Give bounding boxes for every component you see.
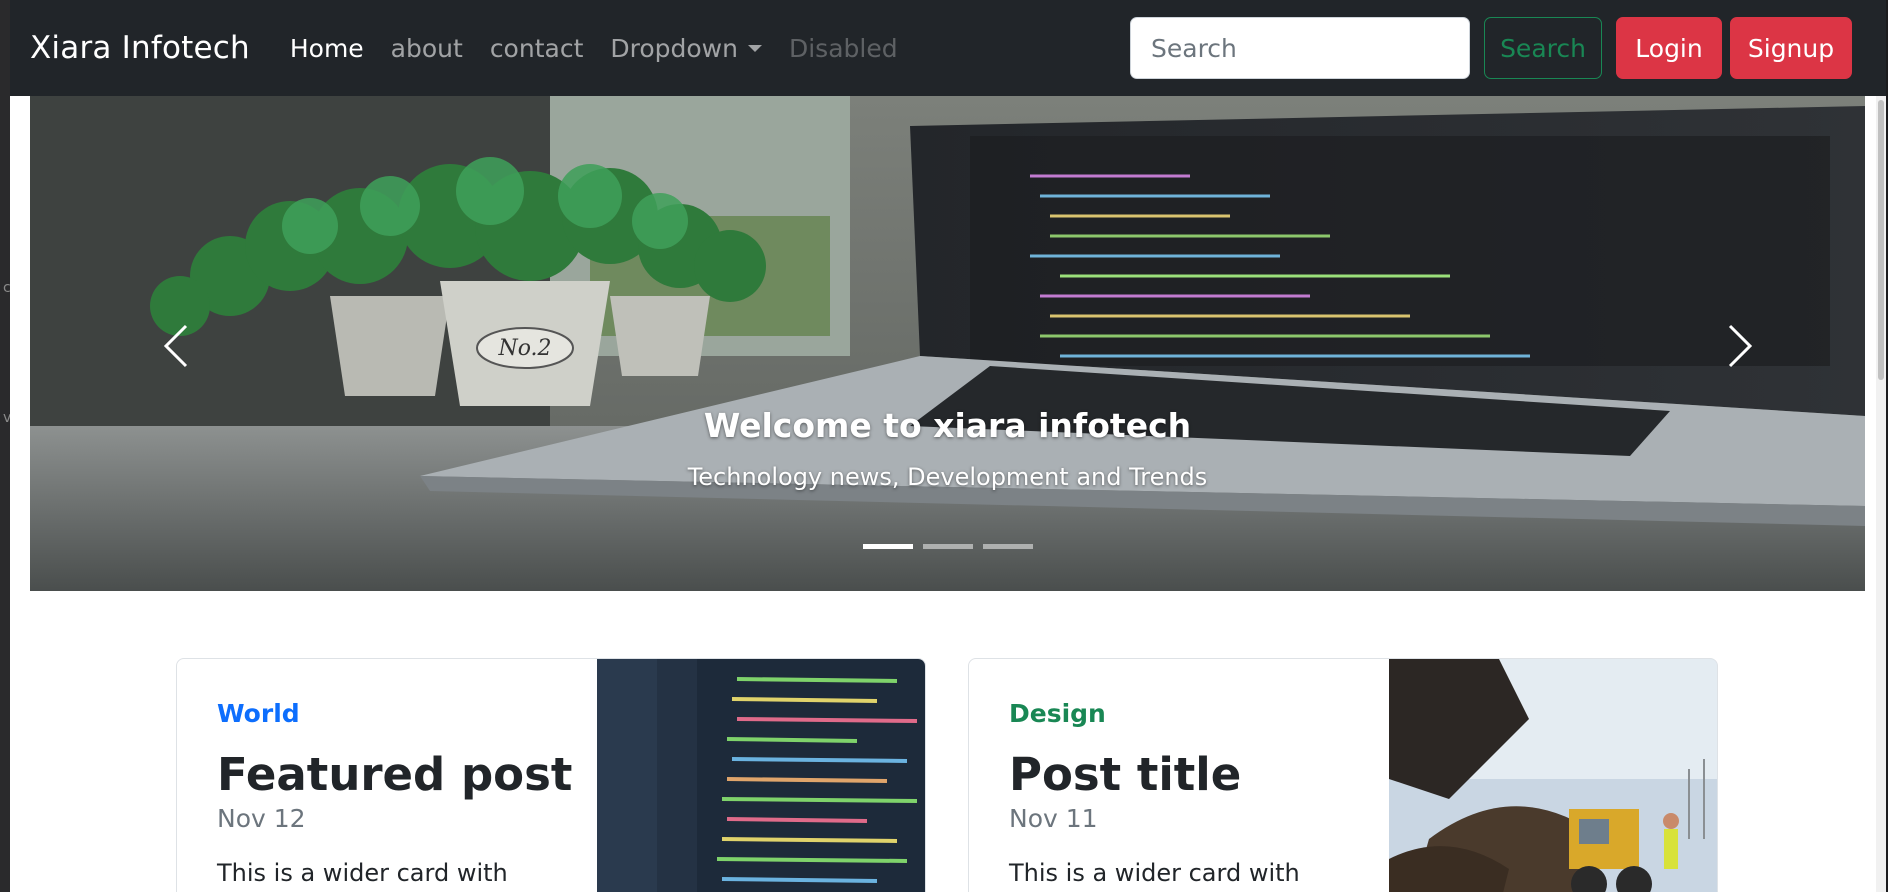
card-date: Nov 11 <box>1009 803 1098 833</box>
card-thumbnail <box>597 659 925 892</box>
nav-contact[interactable]: contact <box>490 34 584 63</box>
nav-links: Home about contact Dropdown Disabled <box>290 34 925 63</box>
chevron-right-icon <box>1728 324 1753 368</box>
post-card: World Featured post Nov 12 This is a wid… <box>176 658 926 892</box>
carousel-indicator-3[interactable] <box>982 544 1033 549</box>
search-button[interactable]: Search <box>1484 17 1602 79</box>
nav-dropdown-label: Dropdown <box>610 33 738 63</box>
search-input[interactable] <box>1130 17 1470 79</box>
svg-text:No.2: No.2 <box>497 336 551 361</box>
caret-down-icon <box>747 44 762 52</box>
card-thumbnail <box>1389 659 1717 892</box>
nav-dropdown[interactable]: Dropdown <box>610 34 762 63</box>
scrollbar[interactable] <box>1876 96 1886 892</box>
card-body: Design Post title Nov 11 This is a wider… <box>1009 699 1389 887</box>
window-edge: c v <box>0 0 11 892</box>
card-category: Design <box>1009 699 1106 728</box>
card-body: World Featured post Nov 12 This is a wid… <box>217 699 597 887</box>
card-title: Post title <box>1009 748 1242 801</box>
carousel-next-button[interactable] <box>1710 316 1770 376</box>
card-text: This is a wider card with <box>1009 858 1300 887</box>
carousel-caption: Welcome to xiara infotech Technology new… <box>30 406 1865 491</box>
login-button[interactable]: Login <box>1616 17 1722 79</box>
chevron-left-icon <box>163 324 188 368</box>
carousel-indicator-2[interactable] <box>922 544 973 549</box>
navbar: Xiara Infotech Home about contact Dropdo… <box>10 0 1886 96</box>
hero-image: No.2 <box>30 96 1865 591</box>
nav-disabled: Disabled <box>788 33 898 63</box>
hero-carousel: No.2 Welcome to xiara infotech Technolog… <box>30 96 1865 591</box>
carousel-prev-button[interactable] <box>150 316 210 376</box>
code-screen-image <box>597 659 925 892</box>
scrollbar-thumb[interactable] <box>1878 100 1884 380</box>
carousel-indicator-1[interactable] <box>862 544 913 549</box>
card-title: Featured post <box>217 748 573 801</box>
nav-home[interactable]: Home <box>290 34 364 63</box>
carousel-subtitle: Technology news, Development and Trends <box>687 463 1208 491</box>
brand-link[interactable]: Xiara Infotech <box>30 30 250 66</box>
nav-right: Search Login Signup <box>1130 17 1852 79</box>
carousel-indicators <box>30 544 1865 549</box>
card-date: Nov 12 <box>217 803 306 833</box>
construction-image <box>1389 659 1717 892</box>
card-text: This is a wider card with <box>217 858 508 887</box>
carousel-title: Welcome to xiara infotech <box>703 406 1192 445</box>
signup-button[interactable]: Signup <box>1730 17 1852 79</box>
page: Xiara Infotech Home about contact Dropdo… <box>10 0 1886 892</box>
post-card: Design Post title Nov 11 This is a wider… <box>968 658 1718 892</box>
nav-about[interactable]: about <box>391 34 463 63</box>
card-category: World <box>217 699 300 728</box>
